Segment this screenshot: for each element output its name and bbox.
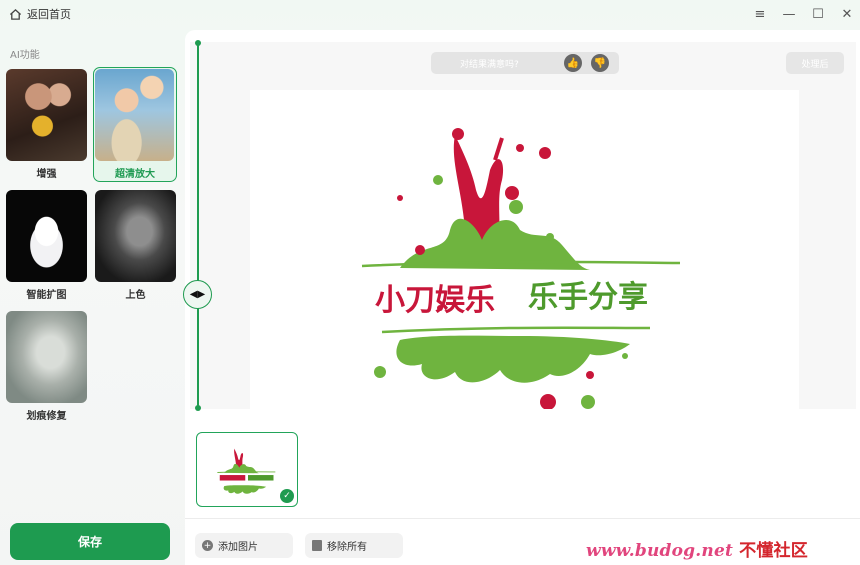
maximize-icon[interactable]: ☐ [808, 4, 828, 24]
upscale-thumbnail [95, 69, 174, 161]
feedback-bar: 对结果满意吗? 👍 👎 [431, 52, 619, 74]
watermark-url: www.budog.net [586, 541, 734, 561]
divider-top-dot [195, 40, 201, 46]
feature-card-upscale[interactable]: 超清放大 [93, 67, 177, 182]
watermark-cn: 不懂社区 [739, 541, 808, 561]
feature-card-scratch-repair[interactable]: 划痕修复 [6, 311, 87, 422]
logo-text-left: 小刀娱乐 [375, 283, 495, 318]
home-icon [9, 8, 22, 20]
minimize-icon[interactable]: — [779, 4, 799, 24]
remove-all-label: 移除所有 [327, 542, 367, 553]
feature-card-label: 划痕修复 [26, 411, 67, 422]
compare-divider-line[interactable] [197, 43, 199, 408]
feature-card-enhance[interactable]: 增强 [6, 69, 87, 180]
divider-bottom-dot [195, 405, 201, 411]
feature-card-label: 增强 [36, 169, 57, 180]
selected-check-icon: ✓ [280, 489, 294, 503]
trash-icon [312, 540, 322, 551]
feature-card-colorize[interactable]: 上色 [95, 190, 176, 301]
feature-card-expand[interactable]: 智能扩图 [6, 190, 87, 301]
plus-circle-icon: + [202, 540, 213, 551]
close-icon[interactable]: ✕ [837, 4, 857, 24]
feedback-text: 对结果满意吗? [460, 59, 519, 70]
ai-features-label: AI功能 [10, 50, 40, 61]
feature-card-label: 超清放大 [115, 169, 155, 180]
bottom-divider [185, 518, 860, 519]
scratch-repair-thumbnail [6, 311, 87, 403]
expand-thumbnail [6, 190, 87, 282]
feature-card-label: 智能扩图 [26, 290, 67, 301]
logo-text-right: 乐手分享 [528, 280, 648, 315]
remove-all-button[interactable]: 移除所有 [305, 533, 403, 558]
feature-card-label: 上色 [125, 290, 146, 301]
thumbs-down-icon[interactable]: 👎 [591, 54, 609, 72]
save-button[interactable]: 保存 [10, 523, 170, 560]
image-thumbnail-selected[interactable]: ✓ [196, 432, 298, 507]
title-bar: 返回首页 ≡ — ☐ ✕ [0, 0, 860, 28]
back-home-label: 返回首页 [27, 8, 71, 21]
logo-artwork: 小刀娱乐 乐手分享 [361, 128, 681, 410]
add-image-button[interactable]: + 添加图片 [195, 533, 293, 558]
colorize-thumbnail [95, 190, 176, 282]
thumbs-up-icon[interactable]: 👍 [564, 54, 582, 72]
add-image-label: 添加图片 [218, 542, 258, 553]
menu-icon[interactable]: ≡ [750, 4, 770, 24]
after-processing-label[interactable]: 处理后 [786, 52, 844, 74]
watermark: www.budog.net 不懂社区 [586, 536, 808, 561]
enhance-thumbnail [6, 69, 87, 161]
compare-slider-handle[interactable]: ◀▶ [183, 280, 212, 309]
back-home-button[interactable]: 返回首页 [9, 6, 71, 22]
preview-image: 小刀娱乐 乐手分享 [250, 90, 799, 410]
